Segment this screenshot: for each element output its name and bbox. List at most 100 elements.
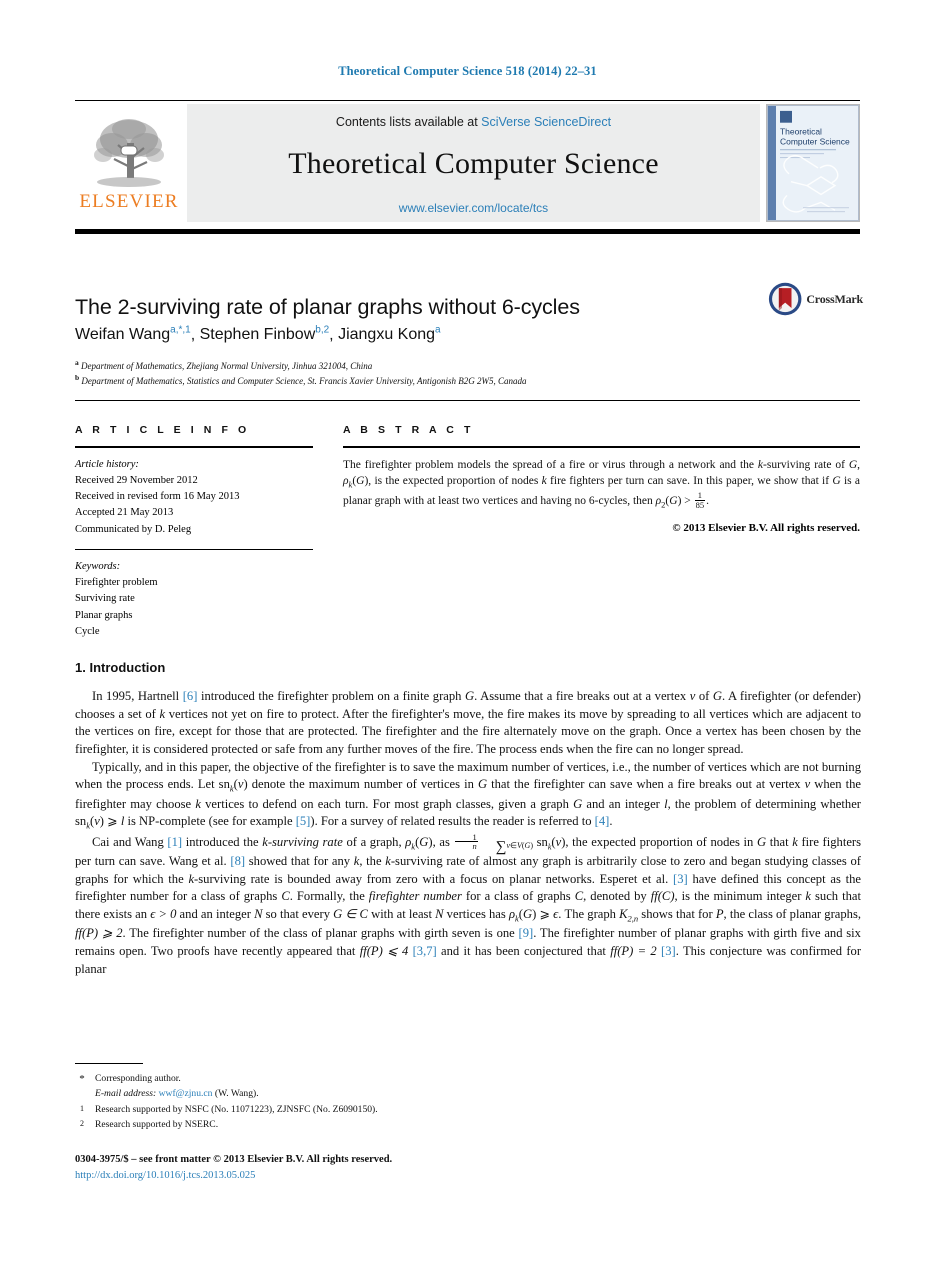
page-title: The 2-surviving rate of planar graphs wi… <box>75 295 580 320</box>
crossmark-badge[interactable]: CrossMark <box>768 278 863 320</box>
author-0-marks: a,*,1 <box>170 325 191 336</box>
footnote-1-mark: 1 <box>80 1103 84 1113</box>
text-run: , the expected proportion of nodes in <box>565 834 757 849</box>
text-run: ) denote the maximum number of vertices … <box>243 777 478 792</box>
abstract-run: , <box>857 458 860 471</box>
text-run: and an integer <box>176 906 255 921</box>
text-run: of <box>695 689 713 703</box>
abstract-run: . <box>706 495 710 508</box>
article-info-heading: A R T I C L E I N F O <box>75 424 250 436</box>
text-run: so that every <box>262 906 334 921</box>
elsevier-wordmark: ELSEVIER <box>79 191 179 212</box>
email-label: E-mail address: <box>95 1088 157 1100</box>
citation-link[interactable]: [3,7] <box>413 944 437 958</box>
text-run: introduced the <box>182 834 263 849</box>
issn-block: 0304-3975/$ – see front matter © 2013 El… <box>75 1152 675 1184</box>
text-run: vertices has <box>443 906 509 921</box>
history-item: Received 29 November 2012 <box>75 474 198 486</box>
text-run: . The graph <box>558 906 620 921</box>
text-run: of a graph, <box>342 834 406 849</box>
keyword-item: Cycle <box>75 625 100 637</box>
math-symbol: N <box>435 906 444 921</box>
affiliation-1-text: Department of Mathematics, Statistics an… <box>81 376 527 387</box>
footnote-corresponding-body: Corresponding author. E-mail address: ww… <box>95 1071 259 1102</box>
affiliation-0-mark: a <box>75 358 79 367</box>
keyword-item: Planar graphs <box>75 609 133 621</box>
body-paragraph: In 1995, Hartnell [6] introduced the fir… <box>75 688 861 759</box>
math-subscript: 2,n <box>627 913 639 924</box>
text-run: for a class of graphs <box>461 889 575 904</box>
footnote-rule <box>75 1063 143 1065</box>
text-run: -surviving rate is bounded away from zer… <box>194 871 673 886</box>
citation-link[interactable]: [8] <box>230 854 245 868</box>
email-owner: (W. Wang). <box>214 1088 259 1100</box>
citation-link[interactable]: [3] <box>661 944 676 958</box>
crossmark-icon <box>768 282 802 316</box>
text-run: vertices to defend on each turn. For mos… <box>200 796 574 811</box>
fraction-denominator: 85 <box>695 499 705 510</box>
body-paragraph: Typically, and in this paper, the object… <box>75 759 861 833</box>
masthead-bottom-rule <box>75 229 860 234</box>
abstract-text: The firefighter problem models the sprea… <box>343 457 860 512</box>
text-run: , is the minimum integer <box>674 889 806 904</box>
abstract-divider <box>343 446 860 448</box>
citation-link[interactable]: [4] <box>595 814 610 828</box>
journal-homepage-link[interactable]: www.elsevier.com/locate/tcs <box>399 201 548 215</box>
history-item: Received in revised form 16 May 2013 <box>75 491 240 503</box>
sciencedirect-link[interactable]: SciVerse ScienceDirect <box>481 115 611 129</box>
affiliation-item: b Department of Mathematics, Statistics … <box>75 373 860 388</box>
sn-term: snk(v) <box>533 834 566 852</box>
affiliation-1-mark: b <box>75 373 80 383</box>
article-info-column: A R T I C L E I N F O Article history: R… <box>75 424 313 640</box>
citation-link[interactable]: [1] <box>167 835 182 849</box>
footnote-2: 2 Research supported by NSERC. <box>75 1117 575 1132</box>
running-head: Theoretical Computer Science 518 (2014) … <box>338 64 597 78</box>
emphasis-text: k-surviving rate <box>262 834 343 849</box>
surviving-rate-formula: 1 n ∑v∈V(G) snk(v) <box>454 832 566 854</box>
abstract-run: -surviving rate of <box>763 458 849 471</box>
summation-index: v∈V(G) <box>506 840 533 850</box>
citation-link[interactable]: [6] <box>183 689 198 703</box>
citation-link[interactable]: [5] <box>296 814 311 828</box>
abstract-run: fire fighters per turn can save. In this… <box>546 475 833 488</box>
text-run: . The firefighter number of the class of… <box>122 926 519 941</box>
body-paragraph: Cai and Wang [1] introduced the k-surviv… <box>75 832 861 979</box>
author-2-name: Jiangxu Kong <box>338 326 436 344</box>
journal-masthead: ELSEVIER Contents lists available at Sci… <box>75 104 860 222</box>
affiliation-0-text: Department of Mathematics, Zhejiang Norm… <box>81 361 373 371</box>
article-page: Theoretical Computer Science 518 (2014) … <box>0 0 935 1266</box>
text-run: and an integer <box>582 796 665 811</box>
text-run: . <box>609 814 613 829</box>
text-run: . Assume that a fire breaks out at a ver… <box>474 689 690 703</box>
keywords-title: Keywords: <box>75 560 121 572</box>
footnote-1: 1 Research supported by NSFC (No. 110712… <box>75 1102 575 1117</box>
footnote-2-mark: 2 <box>80 1119 84 1129</box>
svg-text:Computer Science: Computer Science <box>780 136 850 146</box>
email-link[interactable]: wwf@zjnu.cn <box>159 1088 213 1099</box>
text-run: with at least <box>367 906 436 921</box>
doi-link[interactable]: http://dx.doi.org/10.1016/j.tcs.2013.05.… <box>75 1168 675 1184</box>
math-symbol: G <box>756 834 767 849</box>
math-symbol: G <box>522 906 533 921</box>
text-run: shows that for <box>638 906 716 921</box>
author-1-name: Stephen Finbow <box>199 326 316 344</box>
crossmark-label: CrossMark <box>806 291 863 306</box>
math-symbol: G <box>465 689 475 703</box>
elsevier-logo: ELSEVIER <box>75 104 183 222</box>
abstract-sym-G: G <box>848 458 858 471</box>
text-run: In 1995, Hartnell <box>92 689 183 703</box>
abstract-copyright: © 2013 Elsevier B.V. All rights reserved… <box>672 522 860 535</box>
journal-cover-thumbnail: Theoretical Computer Science <box>766 104 860 222</box>
article-info-divider <box>75 446 313 448</box>
contents-available-line: Contents lists available at SciVerse Sci… <box>336 115 611 129</box>
issn-line: 0304-3975/$ – see front matter © 2013 El… <box>75 1154 393 1165</box>
citation-link[interactable]: [3] <box>673 872 688 886</box>
author-1-marks: b,2 <box>315 325 330 336</box>
math-symbol: ff(P) ⩽ 4 <box>359 943 409 958</box>
elsevier-tree-icon <box>94 119 164 187</box>
affiliation-list: a Department of Mathematics, Zhejiang No… <box>75 358 860 388</box>
citation-link[interactable]: [9] <box>519 926 534 940</box>
formula-fraction: 1n <box>454 832 478 851</box>
keyword-item: Firefighter problem <box>75 577 158 589</box>
author-name: Weifan Wanga,*,1 <box>75 325 191 343</box>
